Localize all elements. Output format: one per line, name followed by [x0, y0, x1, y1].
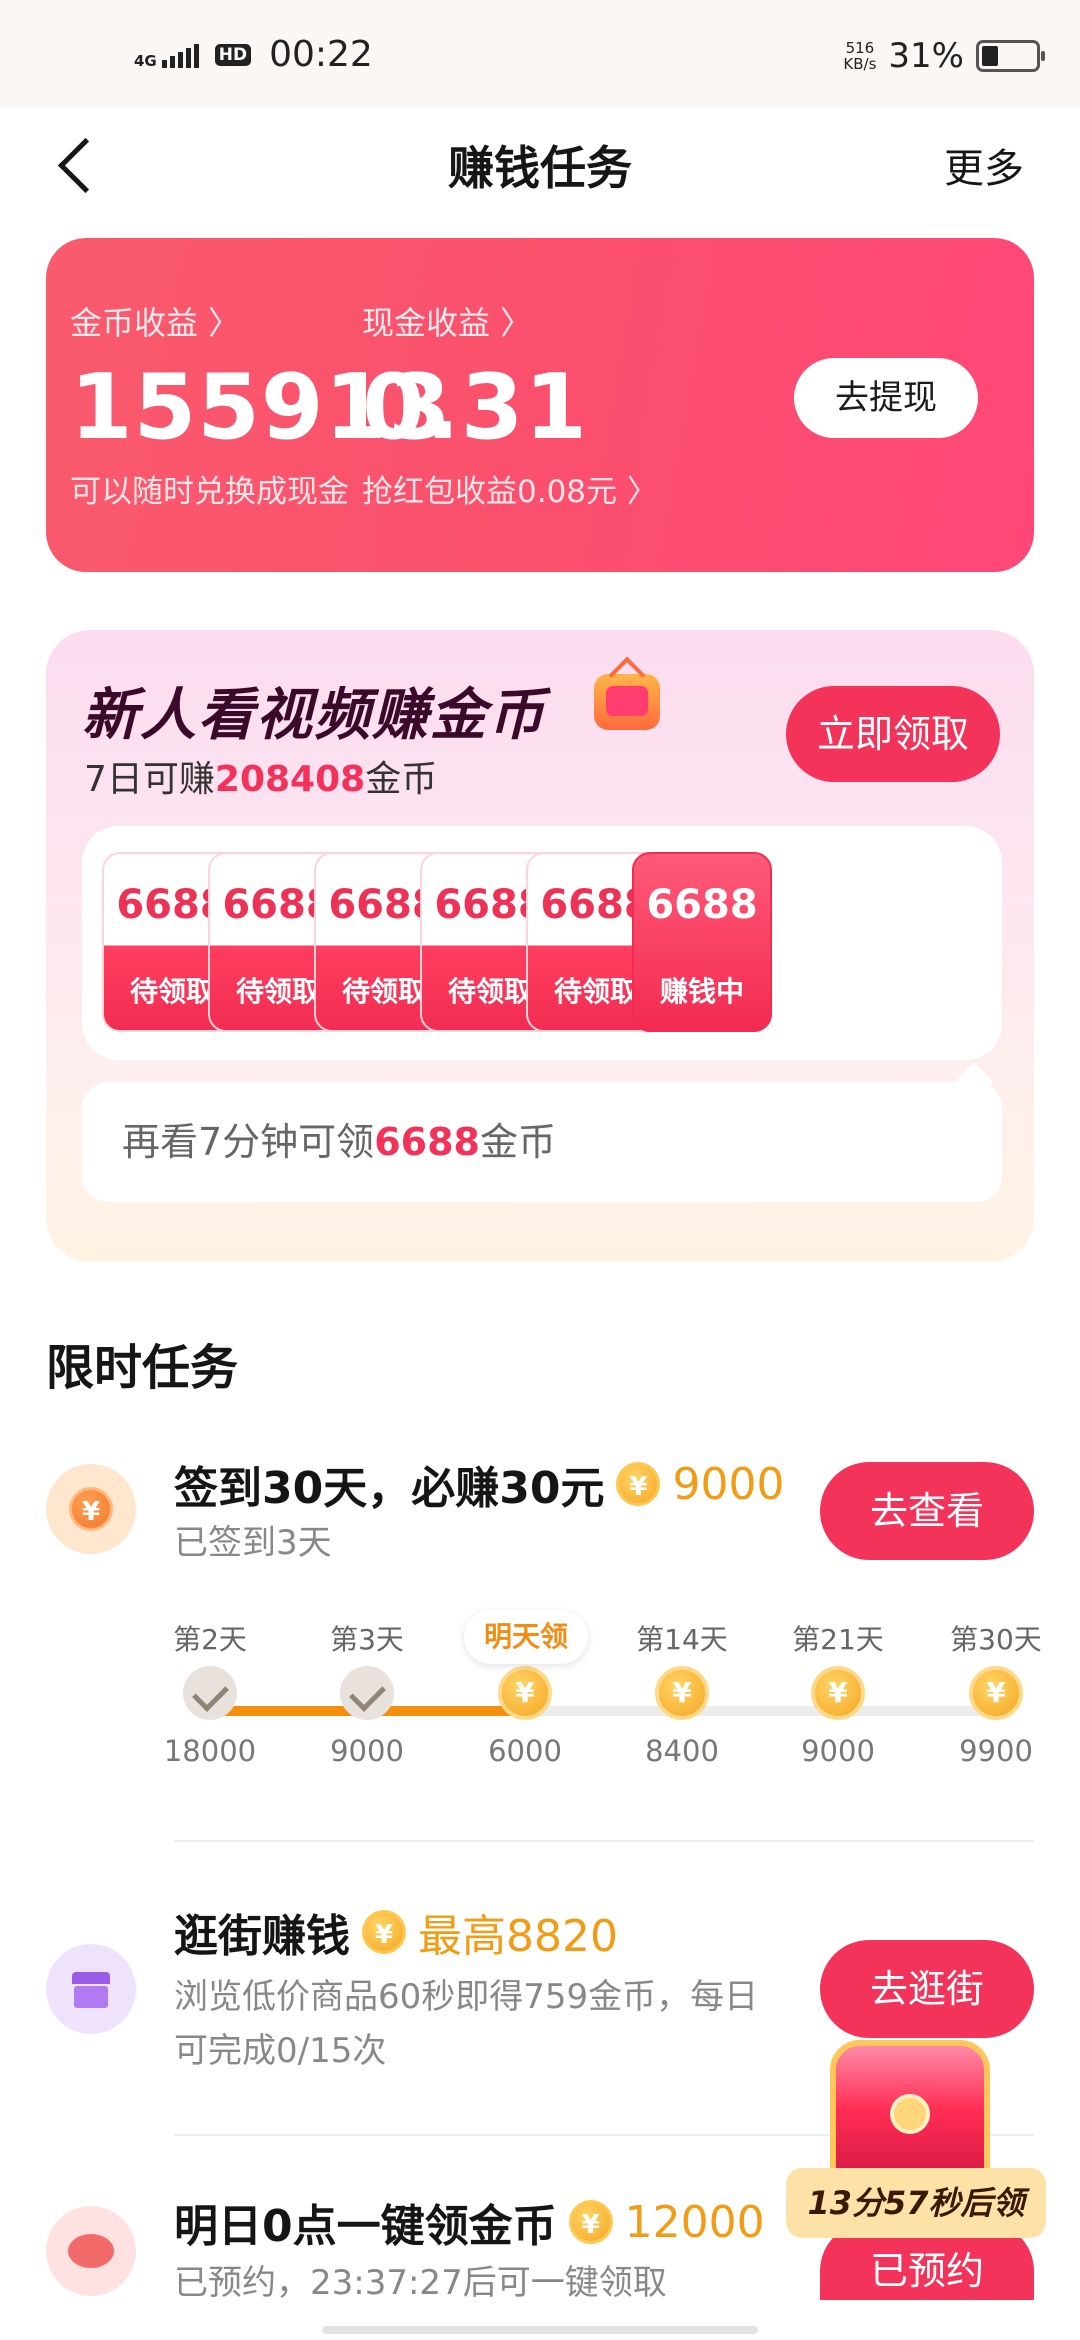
section-title: 限时任务 [46, 1340, 239, 1396]
newbie-video-card: 新人看视频赚金币 7日可赚208408金币 立即领取 6688 待领取 6688… [46, 630, 1034, 1262]
tip-amount: 6688 [374, 1120, 480, 1164]
timeline-value: 8400 [645, 1734, 719, 1768]
timeline-value: 9900 [959, 1734, 1033, 1768]
chest-countdown[interactable]: 13分57秒后领 [786, 2168, 1046, 2238]
timeline-day: 第21天 [792, 1623, 884, 1656]
cash-earnings-sub[interactable]: 抢红包收益0.08元 〉 [362, 466, 658, 511]
cash-earnings-label: 现金收益 〉 [362, 304, 533, 342]
tomorrow-task-title: 明日0点一键领金币 ¥ 12000 [174, 2190, 765, 2254]
network-speed: 516 KB/s [843, 40, 876, 72]
signal-icon: 4G [134, 42, 199, 68]
timeline-node: 第30天 ¥ 9900 [946, 1620, 1046, 1768]
battery-percent: 31% [888, 36, 964, 76]
withdraw-button[interactable]: 去提现 [794, 358, 978, 438]
checkin-task-icon: ¥ [46, 1464, 136, 1554]
coin-icon: ¥ [655, 1666, 709, 1720]
tomorrow-title-text: 明日0点一键领金币 [174, 2201, 557, 2252]
timeline-day: 第2天 [173, 1623, 247, 1656]
nav-bar: 赚钱任务 更多 [0, 108, 1080, 220]
timeline-day: 第14天 [636, 1623, 728, 1656]
network-type: 4G [134, 51, 157, 70]
treasure-chest-icon[interactable] [822, 2030, 998, 2190]
status-bar: 4G HD 00:22 516 KB/s 31% [0, 0, 1080, 108]
timeline-value: 9000 [801, 1734, 875, 1768]
coin-icon: ¥ [362, 1910, 406, 1954]
home-indicator[interactable] [322, 2326, 758, 2334]
shopping-task-sub: 浏览低价商品60秒即得759金币，每日可完成0/15次 [174, 1977, 759, 2071]
shopping-title-text: 逛街赚钱 [174, 1911, 350, 1962]
status-left: 4G HD 00:22 [134, 34, 373, 75]
speed-unit: KB/s [843, 55, 877, 73]
timeline-value: 9000 [330, 1734, 404, 1768]
view-checkin-button[interactable]: 去查看 [820, 1462, 1034, 1560]
yuan-coin-icon: ¥ [69, 1487, 113, 1531]
shop-icon [72, 1972, 110, 1984]
divider [174, 1840, 1034, 1842]
claim-now-button[interactable]: 立即领取 [786, 686, 1000, 782]
tomorrow-task-sub: 已预约，23:37:27后可一键领取 [174, 2263, 667, 2303]
coin-icon: ¥ [811, 1666, 865, 1720]
coin-icon: ¥ [568, 2200, 613, 2244]
speed-value: 516 [845, 39, 875, 57]
cash-earnings[interactable]: 现金收益 〉 0.31 抢红包收益0.08元 〉 [362, 298, 658, 511]
coin-icon: ¥ [498, 1666, 552, 1720]
shopping-task-icon [46, 1944, 136, 2034]
newbie-subtitle: 7日可赚208408金币 [84, 750, 437, 802]
tip-suffix: 金币 [479, 1120, 556, 1164]
status-right: 516 KB/s 31% [843, 36, 1045, 76]
battery-icon [976, 40, 1045, 72]
more-button[interactable]: 更多 [944, 136, 1024, 194]
tomorrow-amount: 12000 [624, 2196, 765, 2248]
checkin-timeline: 第2天 18000 第3天 9000 ¥ 6000 第14天 ¥ 8400 第2… [160, 1610, 1042, 1780]
timeline-node: 第21天 ¥ 9000 [788, 1620, 888, 1768]
checkin-amount: 9000 [672, 1458, 785, 1510]
timeline-value: 6000 [488, 1734, 562, 1768]
coin-icon: ¥ [969, 1666, 1023, 1720]
check-icon [340, 1666, 394, 1720]
timeline-node: 第14天 ¥ 8400 [632, 1620, 732, 1768]
page-title: 赚钱任务 [448, 141, 632, 195]
tv-icon [594, 674, 660, 730]
cash-earnings-value: 0.31 [362, 355, 589, 460]
day-rewards-strip[interactable]: 6688 待领取 6688 待领取 6688 待领取 6688 待领取 6688… [82, 826, 1002, 1060]
hd-icon: HD [214, 43, 252, 66]
newbie-sub-amount: 208408 [214, 759, 366, 800]
timeline-node: 第3天 9000 [317, 1620, 417, 1768]
newbie-sub-prefix: 7日可赚 [84, 759, 215, 800]
piggy-bank-icon [68, 2234, 114, 2268]
timeline-day: 第3天 [330, 1623, 404, 1656]
check-icon [183, 1666, 237, 1720]
chest-lock [890, 2094, 930, 2134]
earnings-card: 金币收益 〉 155913 可以随时兑换成现金 现金收益 〉 0.31 抢红包收… [46, 238, 1034, 572]
day-reward-value: 6688 [646, 882, 758, 928]
timeline-day: 第30天 [950, 1623, 1042, 1656]
go-shopping-button[interactable]: 去逛街 [820, 1940, 1034, 2038]
timeline-value: 18000 [163, 1734, 257, 1768]
newbie-title: 新人看视频赚金币 [82, 683, 546, 748]
tomorrow-badge: 明天领 [464, 1610, 588, 1664]
watch-tip: 再看7分钟可领6688金币 [82, 1082, 1002, 1202]
battery-fill [982, 46, 999, 66]
day-reward-card-active[interactable]: 6688 赚钱中 [632, 852, 772, 1032]
checkin-task-title: 签到30天，必赚30元 ¥ 9000 [174, 1452, 784, 1516]
day-reward-status: 赚钱中 [659, 975, 744, 1008]
shop-icon-body [74, 1986, 108, 2008]
coin-icon: ¥ [616, 1462, 661, 1506]
tip-prefix: 再看7分钟可领 [122, 1120, 375, 1164]
shopping-task-title: 逛街赚钱 ¥ 最高8820 [174, 1900, 618, 1964]
newbie-sub-suffix: 金币 [365, 759, 438, 800]
checkin-title-text: 签到30天，必赚30元 [174, 1463, 605, 1514]
clock: 00:22 [269, 34, 373, 75]
checkin-task-sub: 已签到3天 [174, 1523, 332, 1563]
tomorrow-task-icon [46, 2206, 136, 2296]
shopping-amount: 最高8820 [418, 1911, 618, 1962]
timeline-node: 第2天 18000 [160, 1620, 260, 1768]
